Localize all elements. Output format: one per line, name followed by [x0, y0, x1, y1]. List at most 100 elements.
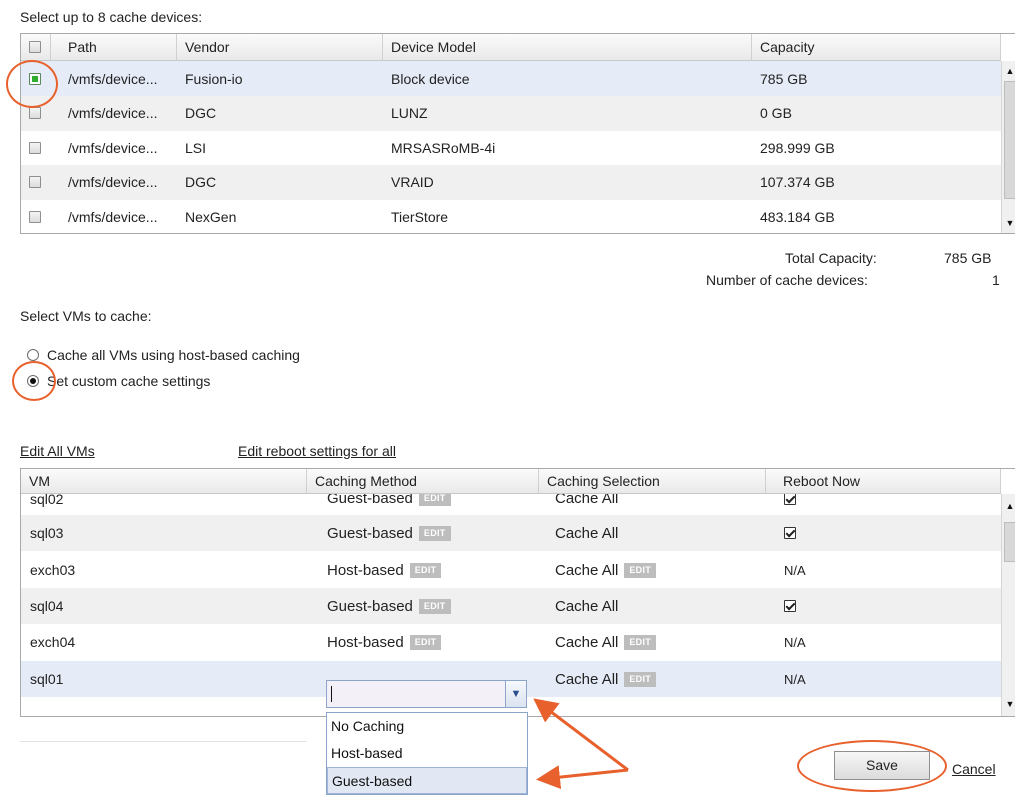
col-path[interactable]: Path — [51, 34, 177, 60]
reboot-now[interactable] — [775, 494, 796, 515]
edit-selection-button[interactable]: EDIT — [624, 634, 657, 650]
edit-selection-button[interactable]: EDIT — [624, 562, 657, 578]
reboot-now[interactable] — [775, 515, 796, 551]
caching-method: Guest-based EDIT — [317, 515, 451, 551]
scroll-down-icon[interactable]: ▼ — [1002, 696, 1015, 712]
caching-method-combobox[interactable] — [326, 680, 526, 708]
caching-selection: Cache All — [547, 588, 618, 624]
reboot-checkbox[interactable] — [784, 494, 796, 505]
reboot-checkbox[interactable] — [784, 527, 796, 539]
col-vm[interactable]: VM — [21, 469, 307, 493]
device-checkbox[interactable] — [29, 107, 41, 120]
device-vendor: LSI — [185, 139, 207, 156]
edit-selection-button[interactable]: EDIT — [624, 671, 657, 687]
device-model: VRAID — [391, 174, 434, 191]
caching-selection: Cache All EDIT — [547, 624, 657, 660]
scroll-thumb[interactable] — [1004, 522, 1015, 562]
radio-button[interactable] — [27, 349, 39, 361]
vm-scrollbar[interactable]: ▲ ▼ — [1001, 494, 1015, 716]
device-path: /vmfs/device... — [68, 208, 158, 225]
reboot-now: N/A — [784, 671, 806, 687]
device-row[interactable]: /vmfs/device... Fusion-io Block device 785 … — [21, 61, 1001, 96]
col-caching-selection[interactable]: Caching Selection — [539, 469, 766, 493]
edit-all-vms-link[interactable]: Edit All VMs — [20, 443, 95, 459]
vm-row[interactable]: sql02 Guest-based EDIT Cache All — [21, 494, 1001, 515]
edit-method-button[interactable]: EDIT — [418, 494, 451, 506]
vm-section-title: Select VMs to cache: — [20, 308, 152, 324]
caching-method-text: Guest-based — [327, 524, 413, 542]
device-row[interactable]: /vmfs/device... DGC LUNZ 0 GB — [21, 95, 1001, 131]
caching-selection-text: Cache All — [555, 670, 619, 688]
device-model: MRSASRoMB-4i — [391, 139, 496, 156]
vm-name: sql03 — [30, 525, 64, 541]
cancel-link[interactable]: Cancel — [952, 761, 996, 777]
caching-method-text: Guest-based — [327, 494, 413, 507]
scroll-up-icon[interactable]: ▲ — [1002, 498, 1015, 514]
device-capacity: 107.374 GB — [760, 174, 835, 191]
caching-method: Guest-based EDIT — [317, 494, 451, 515]
reboot-now: N/A — [784, 634, 806, 650]
cache-devices-header: Path Vendor Device Model Capacity — [21, 34, 1001, 61]
num-devices-label: Number of cache devices: — [706, 272, 868, 288]
caching-method-dropdown: No Caching Host-based Guest-based — [326, 712, 528, 795]
select-all-cell — [21, 34, 51, 60]
reboot-checkbox[interactable] — [784, 600, 796, 612]
edit-method-button[interactable]: EDIT — [409, 634, 442, 650]
devices-scrollbar[interactable]: ▲ ▼ — [1001, 61, 1015, 233]
arrow-to-dropdown-icon — [533, 698, 629, 772]
vm-name: exch03 — [30, 562, 76, 578]
device-checkbox[interactable] — [29, 141, 41, 154]
vm-row[interactable]: sql04 Guest-based EDIT Cache All — [21, 588, 1001, 624]
caching-method-text: Guest-based — [327, 597, 413, 615]
select-all-checkbox[interactable] — [29, 41, 41, 53]
cache-devices-table: Path Vendor Device Model Capacity /vmfs/… — [20, 33, 1015, 234]
device-checkbox-cell — [21, 165, 51, 200]
edit-method-button[interactable]: EDIT — [418, 525, 451, 541]
device-capacity: 785 GB — [760, 70, 808, 87]
device-checkbox[interactable] — [29, 176, 41, 189]
dropdown-option[interactable]: No Caching — [327, 713, 527, 740]
caching-method: Host-based EDIT — [317, 624, 442, 660]
device-row[interactable]: /vmfs/device... NexGen TierStore 483.184 GB — [21, 199, 1001, 233]
vm-row[interactable]: exch03 Host-based EDIT Cache All EDIT N/A — [21, 552, 1001, 588]
caching-method-text: Host-based — [327, 561, 404, 579]
edit-reboot-link[interactable]: Edit reboot settings for all — [238, 443, 396, 459]
caching-selection-text: Cache All — [555, 597, 619, 615]
device-checkbox-cell — [21, 130, 51, 165]
col-vendor[interactable]: Vendor — [177, 34, 383, 60]
col-device-model[interactable]: Device Model — [383, 34, 752, 60]
device-model: Block device — [391, 70, 470, 87]
vm-row[interactable]: sql03 Guest-based EDIT Cache All — [21, 515, 1001, 551]
edit-method-button[interactable]: EDIT — [409, 562, 442, 578]
device-row[interactable]: /vmfs/device... DGC VRAID 107.374 GB — [21, 164, 1001, 200]
scroll-down-icon[interactable]: ▼ — [1002, 215, 1015, 231]
reboot-now[interactable] — [775, 588, 796, 624]
vm-table-header: VM Caching Method Caching Selection Rebo… — [21, 469, 1001, 494]
col-caching-method[interactable]: Caching Method — [307, 469, 539, 493]
vm-name: sql01 — [30, 671, 64, 687]
num-devices-value: 1 — [992, 272, 1000, 288]
radio-cache-all[interactable]: Cache all VMs using host-based caching — [27, 347, 300, 363]
annotation-circle-radio — [12, 361, 56, 401]
arrow-to-guest-based-icon — [536, 765, 629, 790]
device-vendor: DGC — [185, 174, 217, 191]
annotation-circle-save — [797, 740, 947, 792]
annotation-circle-checkbox — [6, 60, 58, 108]
scroll-thumb[interactable] — [1004, 81, 1015, 199]
device-vendor: DGC — [185, 105, 217, 122]
vm-row[interactable]: exch04 Host-based EDIT Cache All EDIT N/A — [21, 624, 1001, 660]
total-capacity-value: 785 GB — [944, 250, 992, 266]
caching-selection-text: Cache All — [555, 561, 619, 579]
vm-name: sql04 — [30, 598, 64, 614]
device-row[interactable]: /vmfs/device... LSI MRSASRoMB-4i 298.999 GB — [21, 130, 1001, 165]
col-capacity[interactable]: Capacity — [752, 34, 1001, 60]
scroll-up-icon[interactable]: ▲ — [1002, 63, 1015, 79]
edit-method-button[interactable]: EDIT — [418, 598, 451, 614]
caching-selection-text: Cache All — [555, 633, 619, 651]
dropdown-option[interactable]: Host-based — [327, 740, 527, 767]
device-checkbox[interactable] — [29, 210, 41, 223]
dropdown-option[interactable]: Guest-based — [327, 767, 527, 794]
annotation-arrows — [533, 698, 629, 790]
col-reboot-now[interactable]: Reboot Now — [766, 469, 1001, 493]
caching-selection: Cache All EDIT — [547, 552, 657, 588]
